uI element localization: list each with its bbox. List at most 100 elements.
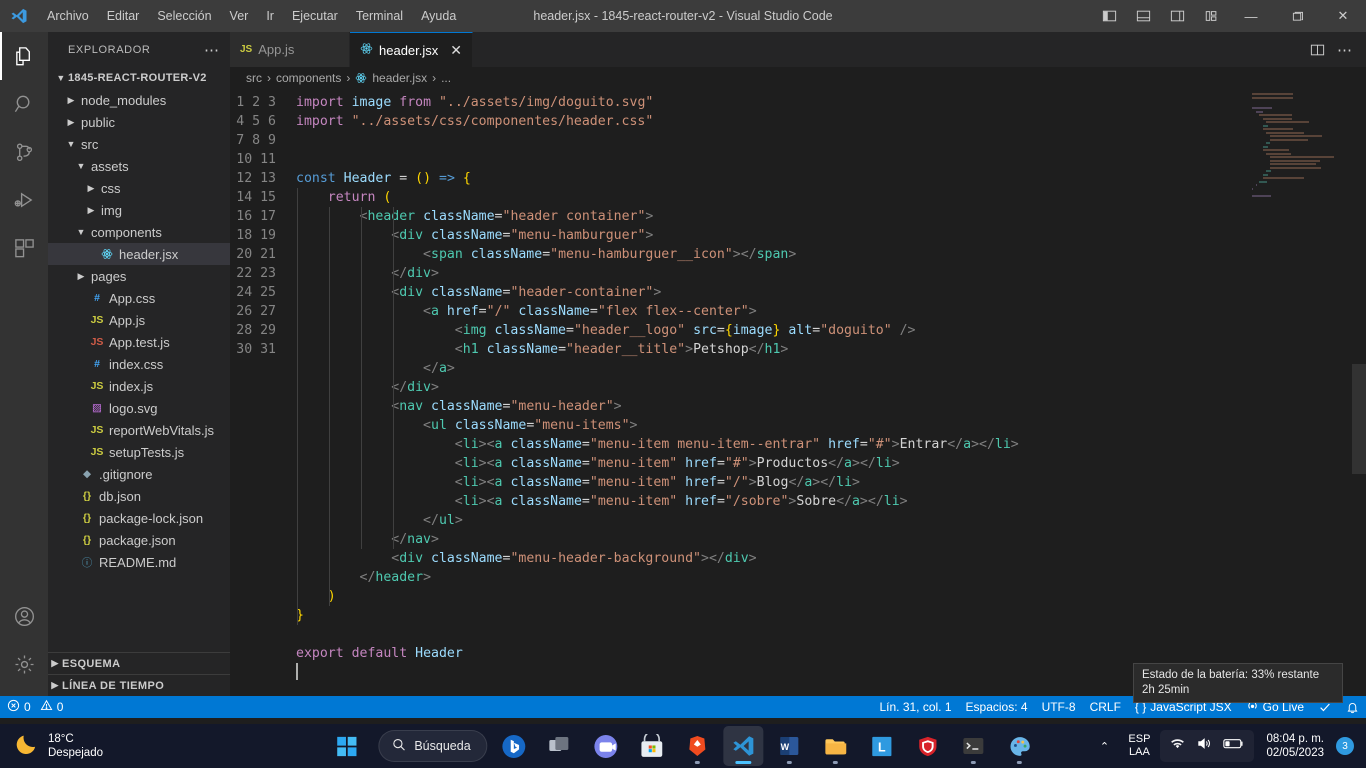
menu-editar[interactable]: Editar bbox=[98, 5, 149, 27]
css-file-icon: # bbox=[94, 292, 100, 304]
minimap-line bbox=[1255, 110, 1263, 113]
tree-folder-img[interactable]: ▶ img bbox=[48, 199, 230, 221]
explorer-icon[interactable] bbox=[0, 32, 48, 80]
clock[interactable]: 08:04 p. m. 02/05/2023 bbox=[1256, 732, 1334, 760]
tree-folder-css[interactable]: ▶ css bbox=[48, 177, 230, 199]
weather-widget[interactable]: 18°C Despejado bbox=[0, 731, 300, 762]
menu-ver[interactable]: Ver bbox=[221, 5, 258, 27]
more-actions-icon[interactable]: ⋯ bbox=[1332, 35, 1358, 65]
microsoft-store-icon[interactable] bbox=[632, 726, 672, 766]
warning-count: 0 bbox=[56, 700, 64, 714]
file-explorer-icon[interactable] bbox=[816, 726, 856, 766]
notifications-bell-icon[interactable] bbox=[1339, 696, 1366, 718]
windows-start-icon[interactable] bbox=[326, 726, 366, 766]
menu-seleccion[interactable]: Selección bbox=[148, 5, 220, 27]
notification-count-badge[interactable]: 3 bbox=[1336, 737, 1354, 755]
maximize-button[interactable] bbox=[1274, 0, 1320, 32]
tree-file-setupTests.js[interactable]: JS setupTests.js bbox=[48, 441, 230, 463]
language-indicator[interactable]: ESP LAA bbox=[1120, 733, 1158, 759]
breadcrumb-symbol-more[interactable]: ... bbox=[441, 71, 451, 85]
js-file-icon: JS bbox=[90, 424, 104, 436]
menu-archivo[interactable]: Archivo bbox=[38, 5, 98, 27]
tree-file-App.test.js[interactable]: JS App.test.js bbox=[48, 331, 230, 353]
manage-settings-gear-icon[interactable] bbox=[0, 640, 48, 688]
breadcrumb-file[interactable]: header.jsx bbox=[372, 71, 427, 85]
bing-chat-icon[interactable] bbox=[494, 726, 534, 766]
quick-settings-group[interactable] bbox=[1160, 730, 1255, 762]
tree-folder-node_modules[interactable]: ▶ node_modules bbox=[48, 89, 230, 111]
task-view-icon[interactable] bbox=[540, 726, 580, 766]
menu-ejecutar[interactable]: Ejecutar bbox=[283, 5, 347, 27]
taskbar-search-button[interactable]: Búsqueda bbox=[378, 730, 488, 762]
minimap-line bbox=[1262, 124, 1269, 127]
breadcrumb-src[interactable]: src bbox=[246, 71, 262, 85]
tree-file-package.json[interactable]: {} package.json bbox=[48, 529, 230, 551]
split-editor-icon[interactable] bbox=[1304, 35, 1330, 65]
breadcrumb-components[interactable]: components bbox=[276, 71, 341, 85]
tab-app-js[interactable]: JS App.js bbox=[230, 32, 350, 67]
code-editor[interactable]: 1 2 3 4 5 6 7 8 9 10 11 12 13 14 15 16 1… bbox=[230, 89, 1366, 696]
tree-folder-assets[interactable]: ▼ assets bbox=[48, 155, 230, 177]
terminal-icon[interactable] bbox=[954, 726, 994, 766]
cursor-position-status[interactable]: Lín. 31, col. 1 bbox=[872, 696, 958, 718]
minimap-line bbox=[1259, 114, 1293, 116]
extensions-icon[interactable] bbox=[0, 224, 48, 272]
tree-file-logo.svg[interactable]: ▨ logo.svg bbox=[48, 397, 230, 419]
tree-folder-components[interactable]: ▼ components bbox=[48, 221, 230, 243]
tree-file-.gitignore[interactable]: ◆ .gitignore bbox=[48, 463, 230, 485]
tree-file-App.css[interactable]: # App.css bbox=[48, 287, 230, 309]
word-icon[interactable]: W bbox=[770, 726, 810, 766]
tree-file-db.json[interactable]: {} db.json bbox=[48, 485, 230, 507]
toggle-secondary-sidebar-icon[interactable] bbox=[1160, 0, 1194, 32]
menu-ir[interactable]: Ir bbox=[257, 5, 283, 27]
customize-layout-icon[interactable] bbox=[1194, 0, 1228, 32]
accounts-icon[interactable] bbox=[0, 592, 48, 640]
brave-browser-icon[interactable] bbox=[678, 726, 718, 766]
source-control-icon[interactable] bbox=[0, 128, 48, 176]
problems-status[interactable]: 0 0 bbox=[0, 696, 70, 718]
menu-ayuda[interactable]: Ayuda bbox=[412, 5, 465, 27]
tree-folder-public[interactable]: ▶ public bbox=[48, 111, 230, 133]
close-tab-icon[interactable]: ✕ bbox=[450, 42, 462, 59]
minimap-line bbox=[1255, 184, 1257, 186]
panel-esquema[interactable]: ▶ ESQUEMA bbox=[48, 652, 230, 674]
search-icon[interactable] bbox=[0, 80, 48, 128]
close-button[interactable]: ✕ bbox=[1320, 0, 1366, 32]
tree-file-App.js[interactable]: JS App.js bbox=[48, 309, 230, 331]
vscode-icon[interactable] bbox=[723, 726, 764, 766]
teams-icon[interactable] bbox=[586, 726, 626, 766]
lightshot-icon[interactable]: L bbox=[862, 726, 902, 766]
menu-terminal[interactable]: Terminal bbox=[347, 5, 412, 27]
eol-status[interactable]: CRLF bbox=[1083, 696, 1128, 718]
sidebar-more-actions-icon[interactable]: ⋯ bbox=[204, 41, 220, 59]
toggle-primary-sidebar-icon[interactable] bbox=[1092, 0, 1126, 32]
show-hidden-icons-chevron-icon[interactable]: ⌃ bbox=[1090, 729, 1118, 763]
tree-file-header.jsx[interactable]: header.jsx bbox=[48, 243, 230, 265]
minimap-line bbox=[1266, 170, 1271, 172]
minimap-line bbox=[1262, 117, 1293, 120]
tree-file-README.md[interactable]: ⓘ README.md bbox=[48, 551, 230, 573]
windows-taskbar: 18°C Despejado Búsqueda W L ⌃ ESP LAA 08… bbox=[0, 724, 1366, 768]
editor-tab-actions: ⋯ bbox=[1304, 32, 1366, 67]
tab-header-jsx[interactable]: header.jsx ✕ bbox=[350, 32, 473, 67]
minimize-button[interactable]: — bbox=[1228, 0, 1274, 32]
editor-vertical-scrollbar[interactable] bbox=[1352, 364, 1366, 474]
tree-file-index.css[interactable]: # index.css bbox=[48, 353, 230, 375]
panel-linea-de-tiempo[interactable]: ▶ LÍNEA DE TIEMPO bbox=[48, 674, 230, 696]
tree-folder-src[interactable]: ▼ src bbox=[48, 133, 230, 155]
indentation-status[interactable]: Espacios: 4 bbox=[959, 696, 1035, 718]
tree-file-package-lock.json[interactable]: {} package-lock.json bbox=[48, 507, 230, 529]
tree-file-reportWebVitals.js[interactable]: JS reportWebVitals.js bbox=[48, 419, 230, 441]
toggle-panel-icon[interactable] bbox=[1126, 0, 1160, 32]
encoding-status[interactable]: UTF-8 bbox=[1035, 696, 1083, 718]
malwarebytes-icon[interactable] bbox=[908, 726, 948, 766]
search-icon bbox=[391, 737, 406, 755]
minimap[interactable] bbox=[1252, 93, 1352, 213]
tree-file-index.js[interactable]: JS index.js bbox=[48, 375, 230, 397]
tree-folder-pages[interactable]: ▶ pages bbox=[48, 265, 230, 287]
editor-area: JS App.js header.jsx ✕ ⋯ src › component… bbox=[230, 32, 1366, 696]
tree-root-folder[interactable]: ▼ 1845-REACT-ROUTER-V2 bbox=[48, 67, 230, 89]
test-file-icon: JS bbox=[90, 336, 104, 348]
paint-icon[interactable] bbox=[1000, 726, 1040, 766]
run-and-debug-icon[interactable] bbox=[0, 176, 48, 224]
